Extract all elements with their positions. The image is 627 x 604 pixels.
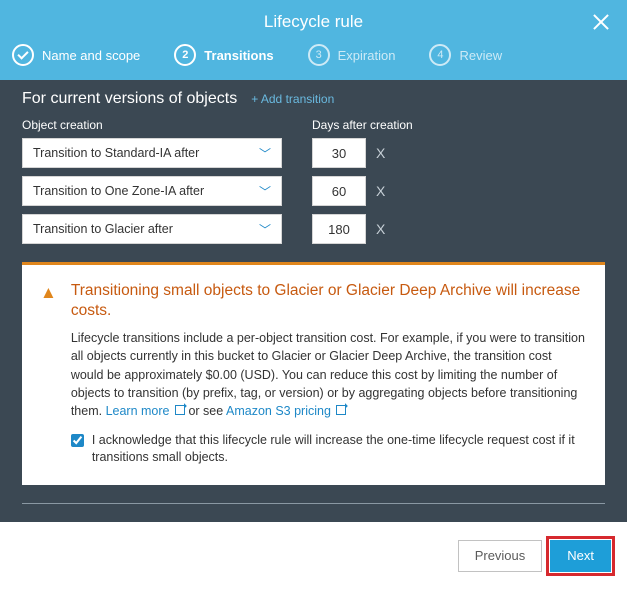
column-header-days: Days after creation (312, 118, 413, 132)
step-name-and-scope[interactable]: Name and scope (12, 44, 140, 66)
step-number-icon: 4 (429, 44, 451, 66)
transition-row: Transition to Glacier after ﹀ X (22, 214, 605, 244)
section-title: For current versions of objects (22, 90, 237, 108)
modal-footer: Previous Next (0, 522, 627, 590)
acknowledge-checkbox[interactable] (71, 434, 84, 447)
check-icon (12, 44, 34, 66)
modal-header: Lifecycle rule (0, 0, 627, 44)
column-header-object: Object creation (22, 118, 312, 132)
warning-icon: ▲ (40, 283, 57, 467)
modal-body: For current versions of objects + Add tr… (0, 80, 627, 522)
previous-button[interactable]: Previous (458, 540, 543, 572)
step-expiration[interactable]: 3 Expiration (308, 44, 396, 66)
step-transitions[interactable]: 2 Transitions (174, 44, 273, 66)
chevron-down-icon: ﹀ (259, 183, 271, 200)
remove-row-button[interactable]: X (376, 145, 385, 161)
add-transition-link[interactable]: + Add transition (251, 92, 334, 106)
select-value: Transition to Standard-IA after (33, 146, 199, 160)
days-input[interactable] (312, 214, 366, 244)
days-input[interactable] (312, 138, 366, 168)
step-label: Name and scope (42, 48, 140, 63)
storage-class-select[interactable]: Transition to Glacier after ﹀ (22, 214, 282, 244)
step-review[interactable]: 4 Review (429, 44, 502, 66)
step-bar: Name and scope 2 Transitions 3 Expiratio… (0, 44, 627, 80)
select-value: Transition to One Zone-IA after (33, 184, 204, 198)
external-link-icon (336, 405, 346, 415)
chevron-down-icon: ﹀ (259, 221, 271, 238)
next-button[interactable]: Next (550, 540, 611, 572)
days-input[interactable] (312, 176, 366, 206)
step-label: Transitions (204, 48, 273, 63)
storage-class-select[interactable]: Transition to Standard-IA after ﹀ (22, 138, 282, 168)
cost-warning-box: ▲ Transitioning small objects to Glacier… (22, 262, 605, 485)
modal-title: Lifecycle rule (264, 12, 363, 32)
close-icon[interactable] (591, 12, 611, 32)
external-link-icon (175, 405, 185, 415)
storage-class-select[interactable]: Transition to One Zone-IA after ﹀ (22, 176, 282, 206)
remove-row-button[interactable]: X (376, 183, 385, 199)
step-number-icon: 2 (174, 44, 196, 66)
warning-text: Lifecycle transitions include a per-obje… (71, 329, 587, 420)
chevron-down-icon: ﹀ (259, 145, 271, 162)
step-label: Expiration (338, 48, 396, 63)
transition-row: Transition to Standard-IA after ﹀ X (22, 138, 605, 168)
step-number-icon: 3 (308, 44, 330, 66)
divider (22, 503, 605, 504)
acknowledge-text: I acknowledge that this lifecycle rule w… (92, 432, 587, 467)
pricing-link[interactable]: Amazon S3 pricing (226, 404, 346, 418)
learn-more-link[interactable]: Learn more (106, 404, 185, 418)
warning-title: Transitioning small objects to Glacier o… (71, 281, 587, 321)
step-label: Review (459, 48, 502, 63)
remove-row-button[interactable]: X (376, 221, 385, 237)
transition-row: Transition to One Zone-IA after ﹀ X (22, 176, 605, 206)
select-value: Transition to Glacier after (33, 222, 173, 236)
